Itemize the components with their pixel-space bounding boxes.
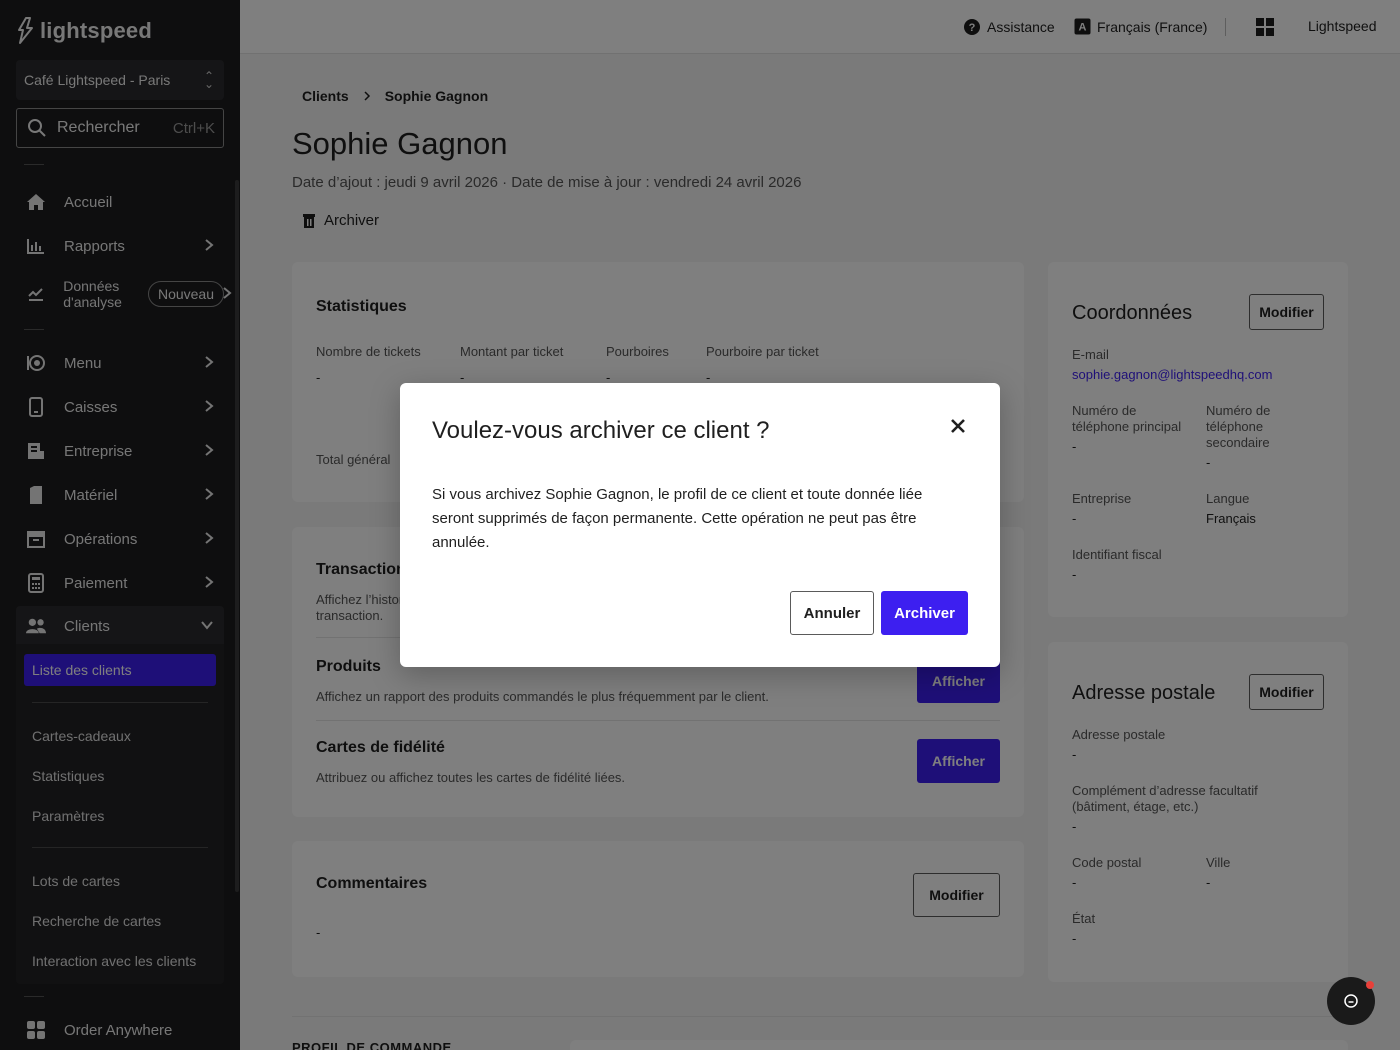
dialog-body: Si vous archivez Sophie Gagnon, le profi…: [432, 486, 923, 551]
cancel-button[interactable]: Annuler: [790, 591, 874, 635]
notification-dot: [1366, 981, 1374, 989]
close-icon[interactable]: [947, 415, 969, 437]
archive-confirm-dialog: Voulez-vous archiver ce client ? Si vous…: [400, 383, 1000, 667]
chat-icon: [1344, 994, 1358, 1008]
dialog-title: Voulez-vous archiver ce client ?: [432, 417, 770, 444]
confirm-archive-button[interactable]: Archiver: [881, 591, 968, 635]
